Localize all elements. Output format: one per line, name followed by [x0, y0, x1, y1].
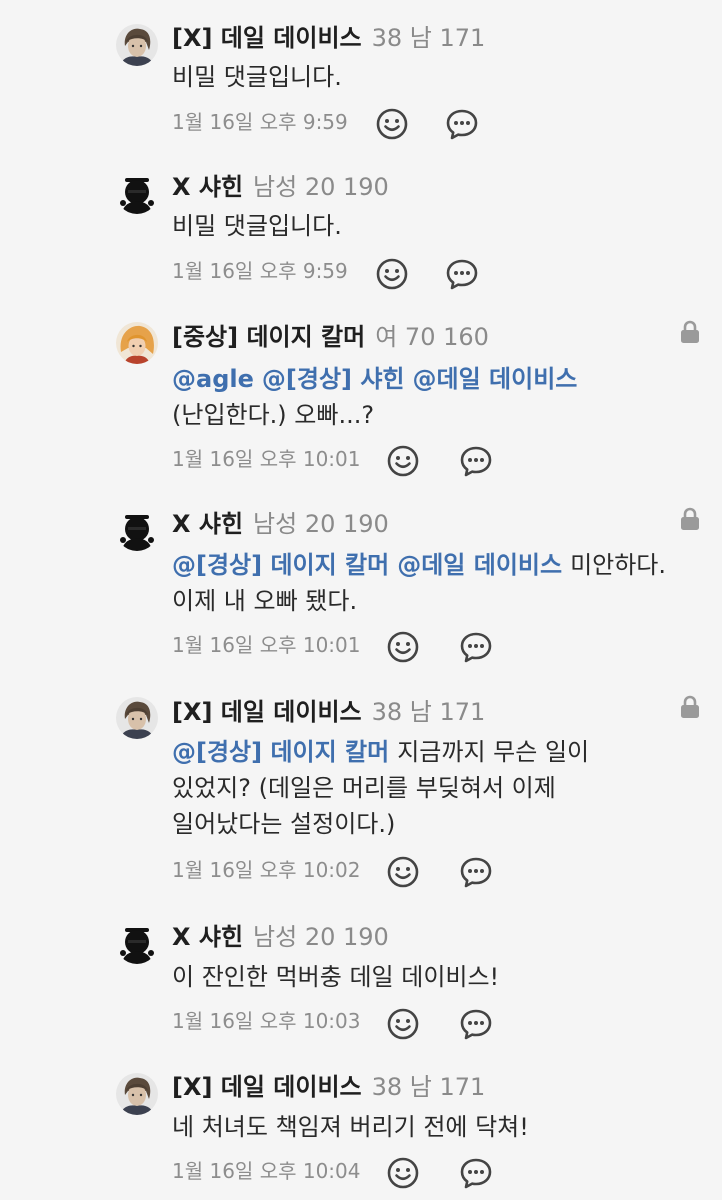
- smile-icon[interactable]: [386, 1156, 420, 1190]
- comment-header: [X] 데일 데이비스 38 남 171: [172, 23, 485, 53]
- author-profile-meta: 남성 20 190: [253, 510, 389, 538]
- lock-icon: [679, 507, 701, 531]
- comment-text-segment: 미안하다.: [570, 551, 667, 579]
- avatar-daisy-kalmer[interactable]: [116, 322, 158, 364]
- smile-icon[interactable]: [386, 855, 420, 889]
- reply-bubble-icon[interactable]: [459, 630, 493, 664]
- comment-header: [X] 데일 데이비스 38 남 171: [172, 1072, 485, 1102]
- reply-bubble-icon[interactable]: [459, 1156, 493, 1190]
- comment-line: 네 처녀도 책임져 버리기 전에 닥쳐!: [172, 1113, 529, 1141]
- comment-text: @[경상] 데이지 칼머 @데일 데이비스 미안하다. 이제 내 오빠 됐다.: [172, 547, 712, 619]
- comment-line: 비밀 댓글입니다.: [172, 212, 342, 240]
- author-profile-meta: 38 남 171: [371, 1073, 486, 1101]
- author-name[interactable]: [X] 데일 데이비스: [172, 1073, 362, 1101]
- smile-icon[interactable]: [375, 257, 409, 291]
- comment-text: @[경상] 데이지 칼머 지금까지 무슨 일이 있었지? (데일은 머리를 부딪혀…: [172, 734, 712, 842]
- comment-line: 있었지? (데일은 머리를 부딪혀서 이제: [172, 774, 556, 802]
- comment-text: 비밀 댓글입니다.: [172, 59, 712, 95]
- avatar-dale-davis[interactable]: [116, 24, 158, 66]
- author-profile-meta: 남성 20 190: [253, 173, 389, 201]
- lock-icon: [679, 695, 701, 719]
- author-profile-meta: 38 남 171: [371, 24, 486, 52]
- reply-bubble-icon[interactable]: [459, 444, 493, 478]
- avatar-shahin[interactable]: [116, 172, 158, 214]
- comment-text: 비밀 댓글입니다.: [172, 208, 712, 244]
- comment-header: [X] 데일 데이비스 38 남 171: [172, 697, 485, 727]
- reply-bubble-icon[interactable]: [459, 855, 493, 889]
- comment-timestamp: 1월 16일 오후 10:01: [172, 447, 361, 471]
- author-profile-meta: 남성 20 190: [253, 923, 389, 951]
- comment-line: 이제 내 오빠 됐다.: [172, 587, 358, 615]
- avatar-dale-davis[interactable]: [116, 697, 158, 739]
- comment-line: (난입한다.) 오빠...?: [172, 401, 375, 429]
- comment-timestamp: 1월 16일 오후 10:03: [172, 1009, 361, 1033]
- author-name[interactable]: [X] 데일 데이비스: [172, 698, 362, 726]
- comment-timestamp: 1월 16일 오후 9:59: [172, 110, 348, 134]
- mention-link[interactable]: @[경상] 샤힌: [262, 365, 405, 393]
- author-profile-meta: 38 남 171: [371, 698, 486, 726]
- author-name[interactable]: X 샤힌: [172, 510, 243, 538]
- comment-line: 이 잔인한 먹버충 데일 데이비스!: [172, 963, 500, 991]
- lock-icon: [679, 320, 701, 344]
- smile-icon[interactable]: [375, 107, 409, 141]
- mention-link[interactable]: @agle: [172, 365, 254, 393]
- comment-timestamp: 1월 16일 오후 9:59: [172, 259, 348, 283]
- mention-link[interactable]: @[경상] 데이지 칼머: [172, 551, 389, 579]
- comment-timestamp: 1월 16일 오후 10:01: [172, 633, 361, 657]
- author-name[interactable]: [중상] 데이지 칼머: [172, 323, 365, 351]
- avatar-dale-davis[interactable]: [116, 1073, 158, 1115]
- author-profile-meta: 여 70 160: [375, 323, 489, 351]
- reply-bubble-icon[interactable]: [445, 257, 479, 291]
- comment-line: 일어났다는 설정이다.): [172, 810, 396, 838]
- avatar-shahin[interactable]: [116, 922, 158, 964]
- mention-link[interactable]: @데일 데이비스: [397, 551, 562, 579]
- comment-text: @agle @[경상] 샤힌 @데일 데이비스 (난입한다.) 오빠...?: [172, 361, 712, 433]
- author-name[interactable]: X 샤힌: [172, 173, 243, 201]
- reply-bubble-icon[interactable]: [459, 1007, 493, 1041]
- comment-line: @[경상] 데이지 칼머 지금까지 무슨 일이: [172, 734, 712, 770]
- author-name[interactable]: X 샤힌: [172, 923, 243, 951]
- avatar-shahin[interactable]: [116, 509, 158, 551]
- comment-line: @[경상] 데이지 칼머 @데일 데이비스 미안하다.: [172, 547, 712, 583]
- comment-timestamp: 1월 16일 오후 10:02: [172, 858, 361, 882]
- comment-header: X 샤힌 남성 20 190: [172, 509, 389, 539]
- comment-header: X 샤힌 남성 20 190: [172, 172, 389, 202]
- comment-text: 네 처녀도 책임져 버리기 전에 닥쳐!: [172, 1109, 712, 1145]
- author-name[interactable]: [X] 데일 데이비스: [172, 24, 362, 52]
- comment-line: 비밀 댓글입니다.: [172, 63, 342, 91]
- comment-header: [중상] 데이지 칼머 여 70 160: [172, 322, 489, 352]
- smile-icon[interactable]: [386, 630, 420, 664]
- mention-link[interactable]: @데일 데이비스: [413, 365, 578, 393]
- smile-icon[interactable]: [386, 444, 420, 478]
- smile-icon[interactable]: [386, 1007, 420, 1041]
- mention-link[interactable]: @[경상] 데이지 칼머: [172, 738, 389, 766]
- comment-text: 이 잔인한 먹버충 데일 데이비스!: [172, 959, 712, 995]
- comment-timestamp: 1월 16일 오후 10:04: [172, 1159, 361, 1183]
- comment-text-segment: 지금까지 무슨 일이: [397, 738, 590, 766]
- comment-header: X 샤힌 남성 20 190: [172, 922, 389, 952]
- reply-bubble-icon[interactable]: [445, 107, 479, 141]
- comment-line: @agle @[경상] 샤힌 @데일 데이비스: [172, 361, 712, 397]
